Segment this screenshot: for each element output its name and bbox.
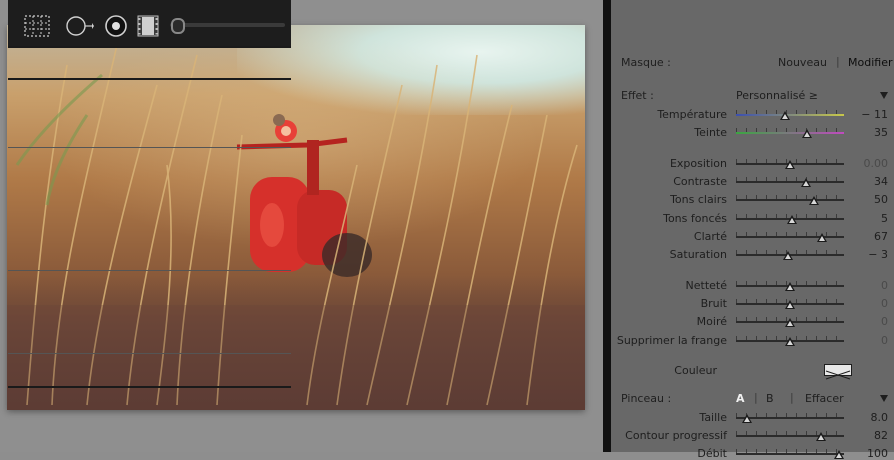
- slider-value[interactable]: 82: [848, 429, 888, 442]
- slider-knob[interactable]: [785, 160, 795, 169]
- slider-track[interactable]: [736, 453, 844, 455]
- slider-label: Moiré: [696, 315, 727, 328]
- slider-label: Exposition: [669, 157, 727, 170]
- divider: [8, 78, 291, 80]
- green-leaves: [15, 73, 103, 206]
- brush-separator: |: [790, 391, 794, 404]
- slider-label: Tons clairs: [670, 193, 727, 206]
- no-color-x-icon: [825, 370, 851, 380]
- slider-value[interactable]: 50: [848, 193, 888, 206]
- slider-knob[interactable]: [785, 318, 795, 327]
- slider-knob[interactable]: [801, 178, 811, 187]
- divider: [8, 270, 291, 271]
- slider-knob[interactable]: [809, 196, 819, 205]
- divider: [8, 386, 291, 388]
- slider-label: Contraste: [673, 175, 727, 188]
- slider-knob[interactable]: [787, 215, 797, 224]
- slider-label: Netteté: [685, 279, 727, 292]
- slider-label: Bruit: [700, 297, 727, 310]
- brush-b-button[interactable]: B: [766, 392, 774, 405]
- collapse-triangle-icon[interactable]: [880, 92, 888, 99]
- slider-track[interactable]: [736, 132, 844, 134]
- slider-track[interactable]: [736, 181, 844, 183]
- red-scooter: [236, 114, 372, 277]
- divider: [8, 46, 291, 48]
- slider-track[interactable]: [736, 435, 844, 437]
- effacer-button[interactable]: Effacer: [805, 392, 844, 405]
- modifier-button[interactable]: Modifier: [848, 56, 892, 69]
- radio-dot-icon[interactable]: [104, 14, 128, 38]
- slider-label: Clarté: [693, 230, 727, 243]
- slider-value[interactable]: 0: [848, 334, 888, 347]
- slider-value[interactable]: 67: [848, 230, 888, 243]
- slider-value[interactable]: 100: [848, 447, 888, 460]
- couleur-label: Couleur: [674, 364, 717, 377]
- effet-preset-dropdown[interactable]: Personnalisé ≥: [736, 89, 818, 102]
- brush-separator: |: [754, 391, 758, 404]
- slider-knob[interactable]: [834, 450, 844, 459]
- slider-label: Température: [657, 108, 727, 121]
- slider-value[interactable]: 0.00: [848, 157, 889, 170]
- slider-knob[interactable]: [817, 233, 827, 242]
- brush-a-button[interactable]: A: [736, 392, 745, 405]
- slider-value[interactable]: 0: [848, 279, 888, 292]
- slider-value[interactable]: 8.0: [848, 411, 889, 424]
- tool-strip: [8, 0, 291, 46]
- amount-slider-knob[interactable]: [171, 18, 185, 34]
- slider-knob[interactable]: [742, 414, 752, 423]
- amount-slider-track[interactable]: [170, 23, 285, 27]
- slider-value[interactable]: 34: [848, 175, 888, 188]
- slider-knob[interactable]: [785, 282, 795, 291]
- slider-value[interactable]: 5: [848, 212, 888, 225]
- slider-label: Supprimer la frange: [616, 334, 727, 347]
- slider-value[interactable]: 35: [848, 126, 888, 139]
- circle-arrow-icon[interactable]: [64, 15, 94, 37]
- slider-value[interactable]: − 3: [848, 248, 888, 261]
- slider-label: Débit: [697, 447, 727, 460]
- slider-value[interactable]: − 11: [848, 108, 888, 121]
- marquee-grid-icon[interactable]: [24, 15, 50, 37]
- color-swatch[interactable]: [824, 364, 852, 380]
- slider-knob[interactable]: [785, 337, 795, 346]
- slider-label: Tons foncés: [663, 212, 727, 225]
- film-strip-icon[interactable]: [136, 14, 160, 38]
- slider-label: Saturation: [669, 248, 727, 261]
- slider-track[interactable]: [736, 114, 844, 116]
- slider-label: Contour progressif: [625, 429, 727, 442]
- slider-label: Taille: [699, 411, 727, 424]
- image-canvas[interactable]: [0, 0, 603, 452]
- effet-label: Effet :: [621, 89, 654, 102]
- slider-value[interactable]: 0: [848, 297, 888, 310]
- slider-track[interactable]: [736, 236, 844, 238]
- masque-separator: |: [836, 55, 840, 68]
- slider-knob[interactable]: [783, 251, 793, 260]
- slider-knob[interactable]: [780, 111, 790, 120]
- slider-track[interactable]: [736, 199, 844, 201]
- nouveau-button[interactable]: Nouveau: [778, 56, 827, 69]
- pinceau-label: Pinceau :: [621, 392, 672, 405]
- slider-knob[interactable]: [802, 129, 812, 138]
- slider-track[interactable]: [736, 417, 844, 419]
- divider: [8, 147, 291, 148]
- slider-knob[interactable]: [785, 300, 795, 309]
- divider: [8, 353, 291, 354]
- masque-label: Masque :: [621, 56, 671, 69]
- slider-knob[interactable]: [816, 432, 826, 441]
- slider-value[interactable]: 0: [848, 315, 888, 328]
- slider-label: Teinte: [694, 126, 727, 139]
- collapse-triangle-icon[interactable]: [880, 395, 888, 402]
